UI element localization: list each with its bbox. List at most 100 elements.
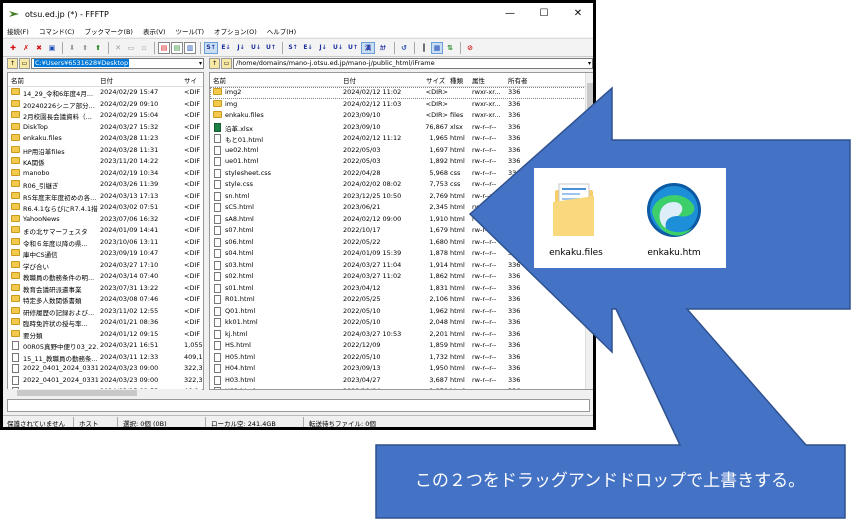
chevron-down-icon[interactable]: ▾ [588,59,591,68]
remote-col-owner[interactable]: 所有者 [508,75,528,85]
menu-connect[interactable]: 接続(F) [7,26,29,36]
download-icon[interactable]: ⬇ [66,42,78,54]
detail-view-icon[interactable]: ▦ [431,41,443,54]
reload-icon[interactable]: ↺ [398,42,410,54]
menu-view[interactable]: 表示(V) [143,26,166,36]
remote-file-row[interactable]: ue01.html 2022/05/03 1,892 html rw-r--r-- 336 [210,156,593,168]
minimize-button[interactable]: — [493,3,527,25]
mode-toggle-5[interactable]: U↑ [264,42,278,54]
connect-icon[interactable]: ✚ [7,42,19,54]
mode-toggle-9[interactable]: U↓ [331,42,345,54]
remote-file-row[interactable]: H02.html2022/11/041,850htmlrw-r--r--336 [210,386,593,389]
remote-scroll-thumb[interactable] [587,83,593,163]
list-icon[interactable]: ▥ [184,41,196,54]
refresh-local-icon[interactable]: ▤ [158,41,170,54]
local-file-row[interactable]: DiskTop 2024/03/27 15:32 <DIF [8,122,203,134]
remote-up-folder-icon[interactable]: ↑ [209,58,220,69]
local-file-row[interactable]: 00R05真野中便り03_22...2024/03/21 16:51 1,055,… [8,340,203,352]
remote-file-row[interactable]: H03.html 2023/04/27 3,687 html rw-r--r-- 336 [210,375,593,387]
local-file-row[interactable]: R6.4.1ならびにR7.4.1措... 2024/03/02 07:51 <DIF [8,202,203,214]
file-card-enkaku-htm[interactable]: enkaku.htm [634,174,714,262]
local-open-folder-icon[interactable]: ▭ [19,58,30,69]
local-file-row[interactable]: YahooNews 2023/07/06 16:32 <DIF [8,214,203,226]
delete-icon[interactable]: ✕ [112,42,124,54]
remote-file-row[interactable]: s02.html 2024/03/27 11:02 1,862 html rw-r--r… [210,271,593,283]
remote-file-row[interactable]: kk01.html 2022/05/10 2,048 html rw-r--r-- 336 [210,317,593,329]
menu-options[interactable]: オプション(O) [214,26,257,36]
sync-icon[interactable]: ⇅ [444,42,456,54]
remote-file-row[interactable]: enkaku.files 2023/09/10 <DIR> files rwxr-xr.… [210,110,593,122]
menu-tools[interactable]: ツール(T) [176,26,205,36]
upload-icon[interactable]: ⬆ [79,42,91,54]
remote-file-row[interactable]: HS.html 2022/12/09 1,859 html rw-r--r-- 336 [210,340,593,352]
mode-toggle-2[interactable]: E↓ [219,42,233,54]
mkdir-icon[interactable]: ▫ [138,42,150,54]
remote-col-attr[interactable]: 属性 [472,75,485,85]
local-file-row[interactable]: 2月校園長会議資料（... 2024/02/29 15:04 <DIF [8,110,203,122]
stop-icon[interactable]: ⊘ [464,42,476,54]
remote-file-row[interactable]: s01.html 2023/04/12 1,831 html rw-r--r-- 336 [210,283,593,295]
file-card-enkaku-files[interactable]: enkaku.files [536,174,616,262]
remote-path-input[interactable]: /home/domains/mano-j.otsu.ed.jp/mano-j/p… [233,58,593,69]
menu-command[interactable]: コマンド(C) [39,26,75,36]
kanji-toggle[interactable]: 漢 [361,41,375,54]
remote-file-row[interactable]: Q01.html 2022/05/10 1,962 html rw-r--r-- 336 [210,306,593,318]
refresh-remote-icon[interactable]: ▤ [171,41,183,54]
remote-col-date[interactable]: 日付 [343,75,356,85]
remote-file-row[interactable]: H05.html 2022/05/10 1,732 html rw-r--r-- 336 [210,352,593,364]
menu-help[interactable]: ヘルプ(H) [267,26,296,36]
local-file-row[interactable]: 15_11_教職員の勤務条... 2024/03/11 12:33 409,1 [8,352,203,364]
mode-toggle-3[interactable]: J↓ [234,42,248,54]
remote-file-row[interactable]: ue02.html 2022/05/03 1,697 html rw-r--r-- 336 [210,145,593,157]
local-file-row[interactable]: 2022_0401_2024_0331... 2024/03/23 09:00 32… [8,363,203,375]
rename-icon[interactable]: ▭ [125,42,137,54]
mode-toggle-10[interactable]: U↑ [346,42,360,54]
local-file-row[interactable]: 20240226シニア部分... 2024/02/29 09:10 <DIF [8,99,203,111]
quick-connect-icon[interactable]: ✗ [20,42,32,54]
remote-open-folder-icon[interactable]: ▭ [221,58,232,69]
local-horizontal-scrollbar[interactable] [7,389,202,397]
remote-file-row[interactable]: R01.html 2022/05/25 2,106 html rw-r--r-- 336 [210,294,593,306]
local-up-folder-icon[interactable]: ↑ [7,58,18,69]
local-file-row[interactable]: 要分類 2024/01/12 09:15 <DIF [8,329,203,341]
remote-file-row[interactable]: 沿革.xlsx 2023/09/10 76,867 xlsx rw-r--r-- 336 [210,122,593,134]
mode-toggle-8[interactable]: J↓ [316,42,330,54]
local-file-row[interactable]: manobo 2024/02/19 10:34 <DIF [8,168,203,180]
remote-col-size[interactable]: サイズ [426,75,445,85]
local-file-row[interactable]: R06_引継ぎ 2024/03/26 11:39 <DIF [8,179,203,191]
local-file-row[interactable]: 学び合い 2024/03/27 17:10 <DIF [8,260,203,272]
remote-file-row[interactable]: kj.html 2024/03/27 10:53 2,201 html rw-r--r-… [210,329,593,341]
remote-file-row[interactable]: img 2024/02/12 11:03 <DIR> rwxr-xr... 336 [210,99,593,111]
local-file-row[interactable]: 14_29_令和6年度4月... 2024/02/29 15:47 <DIF [8,87,203,99]
local-file-row[interactable]: enkaku.files 2024/03/28 11:23 <DIF [8,133,203,145]
mode-toggle-1[interactable]: S↑ [204,41,218,54]
chevron-down-icon[interactable]: ▾ [199,59,202,68]
local-col-name[interactable]: 名前 [11,75,24,85]
local-file-row[interactable]: KA関係 2023/11/20 14:22 <DIF [8,156,203,168]
local-file-row[interactable]: 2022_0401_2024_0331... 2024/03/23 09:00 32… [8,375,203,387]
remote-col-kind[interactable]: 種類 [450,75,463,85]
local-file-list[interactable]: 名前 日付 サイ 14_29_令和6年度4月... 2024/02/29 15:4… [7,72,204,390]
local-path-input[interactable]: C:¥Users¥6531628¥Desktop ▾ [31,58,204,69]
local-file-row[interactable]: 教職員の勤務条件の明... 2024/03/14 07:40 <DIF [8,271,203,283]
local-file-row[interactable]: R5年度末年度初めの各... 2024/03/13 17:13 <DIF [8,191,203,203]
local-file-row[interactable]: 庫中CS通信 2023/09/19 10:47 <DIF [8,248,203,260]
remote-col-name[interactable]: 名前 [213,75,226,85]
local-col-size[interactable]: サイ [184,75,197,85]
local-file-row[interactable]: HP用沿革files 2024/03/28 11:31 <DIF [8,145,203,157]
mode-toggle-4[interactable]: U↓ [249,42,263,54]
local-hscroll-thumb[interactable] [17,390,137,396]
local-file-row[interactable]: 教育会議研派遣事業 2023/07/31 13:22 <DIF [8,283,203,295]
mode-toggle-6[interactable]: S↑ [286,42,300,54]
menu-bookmark[interactable]: ブックマーク(B) [84,26,133,36]
mode-toggle-7[interactable]: E↓ [301,42,315,54]
mirror-upload-icon[interactable]: ⬆ [92,42,104,54]
local-col-date[interactable]: 日付 [100,75,113,85]
kana-toggle[interactable]: ｶﾅ [376,42,390,54]
bookmark-icon[interactable]: ▣ [46,42,58,54]
remote-file-row[interactable]: もと01.html 2024/02/12 11:12 1,965 html rw-r--… [210,133,593,145]
maximize-button[interactable]: ☐ [527,3,561,25]
list-view-icon[interactable]: ║ [418,42,430,54]
local-file-row[interactable]: 臨時免許状の授与率... 2024/01/21 08:36 <DIF [8,317,203,329]
local-file-row[interactable]: 研修履歴の記録および... 2023/11/02 12:55 <DIF [8,306,203,318]
